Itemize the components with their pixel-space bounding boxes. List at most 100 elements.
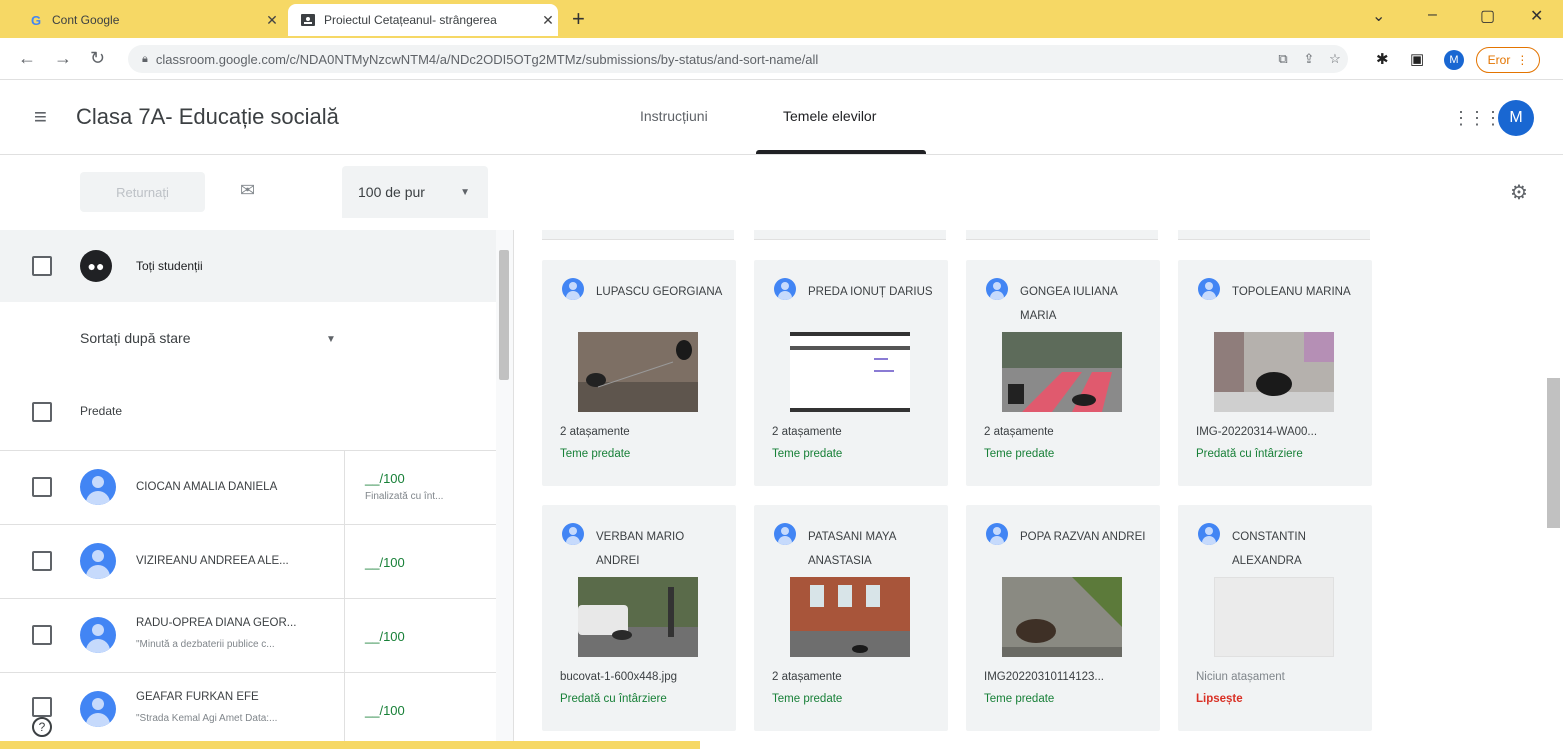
- grade-value[interactable]: __/100: [365, 471, 405, 486]
- tab-google-account[interactable]: G Cont Google ✕: [20, 4, 282, 36]
- submission-card[interactable]: POPA RAZVAN ANDREI IMG20220310114123... …: [966, 505, 1160, 731]
- all-students-row[interactable]: ●● Toți studenții: [0, 230, 496, 302]
- avatar: [562, 523, 584, 545]
- sort-dropdown[interactable]: Sortați după stare: [80, 330, 191, 346]
- tab-instructions[interactable]: Instrucțiuni: [640, 108, 708, 124]
- attachment-thumbnail[interactable]: [578, 332, 698, 412]
- submission-card[interactable]: PATASANI MAYA ANASTASIA 2 atașamente Tem…: [754, 505, 948, 731]
- student-name: TOPOLEANU MARINA: [1232, 286, 1351, 298]
- browser-profile-avatar[interactable]: M: [1444, 50, 1464, 70]
- avatar: [80, 617, 116, 653]
- student-name: CONSTANTIN ALEXANDRA: [1232, 531, 1306, 567]
- apps-grid-icon[interactable]: ⋮⋮⋮: [1452, 108, 1502, 129]
- student-row[interactable]: GEAFAR FURKAN EFE "Strada Kemal Agi Amet…: [0, 672, 496, 747]
- student-comment: "Minută a dezbaterii publice c...: [136, 639, 275, 650]
- student-name: VERBAN MARIO ANDREI: [596, 531, 685, 567]
- grade-cell[interactable]: __/100: [344, 525, 496, 599]
- url-text[interactable]: classroom.google.com/c/NDA0NTMyNzcwNTM4/…: [156, 52, 1270, 67]
- bookmark-star-icon[interactable]: ☆: [1322, 51, 1348, 67]
- scrollbar-thumb[interactable]: [1547, 378, 1560, 528]
- menu-icon[interactable]: ≡: [34, 104, 47, 130]
- close-window-icon[interactable]: ✕: [1530, 6, 1543, 26]
- points-dropdown[interactable]: 100 de pur ▼: [342, 166, 488, 218]
- student-comment: "Strada Kemal Agi Amet Data:...: [136, 713, 278, 724]
- reload-icon[interactable]: ↻: [90, 48, 105, 69]
- submissions-grid: LUPASCU GEORGIANA 2 atașamente Teme pred…: [514, 230, 1563, 749]
- scrollbar[interactable]: [496, 230, 513, 749]
- tab-search-icon[interactable]: ⌄: [1372, 6, 1385, 26]
- attachment-thumbnail[interactable]: [790, 332, 910, 412]
- attachment-label: IMG20220310114123...: [984, 671, 1104, 683]
- attachment-thumbnail[interactable]: [1214, 332, 1334, 412]
- student-list-pane: ●● Toți studenții Sortați după stare ▼ P…: [0, 230, 514, 749]
- classroom-header: ≡ Clasa 7A- Educație socială Instrucțiun…: [0, 80, 1563, 155]
- account-avatar[interactable]: M: [1498, 100, 1534, 136]
- submission-card[interactable]: TOPOLEANU MARINA IMG-20220314-WA00... Pr…: [1178, 260, 1372, 486]
- student-checkbox[interactable]: [32, 477, 52, 497]
- forward-icon[interactable]: →: [54, 48, 72, 69]
- side-panel-icon[interactable]: ▣: [1410, 50, 1424, 68]
- group-label: Predate: [80, 404, 123, 418]
- group-checkbox[interactable]: [32, 402, 52, 422]
- submission-card[interactable]: VERBAN MARIO ANDREI bucovat-1-600x448.jp…: [542, 505, 736, 731]
- avatar: [774, 278, 796, 300]
- submission-status: Teme predate: [560, 448, 631, 460]
- submission-status: Teme predate: [984, 693, 1055, 705]
- google-icon: G: [30, 12, 42, 28]
- student-name: GONGEA IULIANA MARIA: [1020, 286, 1118, 322]
- submission-card[interactable]: CONSTANTIN ALEXANDRA Niciun atașament Li…: [1178, 505, 1372, 731]
- grade-cell[interactable]: __/100: [344, 599, 496, 673]
- student-name: RADU-OPREA DIANA GEOR...: [136, 617, 297, 629]
- back-icon[interactable]: ←: [18, 48, 36, 69]
- points-value: 100 de pur: [358, 184, 425, 200]
- tab-student-work[interactable]: Temele elevilor: [783, 108, 876, 124]
- close-icon[interactable]: ✕: [262, 12, 282, 29]
- scrollbar[interactable]: [1545, 230, 1563, 749]
- return-button[interactable]: Returnați: [80, 172, 205, 212]
- attachment-thumbnail[interactable]: [790, 577, 910, 657]
- student-checkbox[interactable]: [32, 697, 52, 717]
- class-title[interactable]: Clasa 7A- Educație socială: [76, 104, 339, 130]
- all-students-checkbox[interactable]: [32, 256, 52, 276]
- new-tab-icon[interactable]: +: [572, 6, 585, 32]
- share-icon[interactable]: ⇪: [1296, 51, 1322, 67]
- dropdown-caret-icon: ▼: [460, 186, 470, 198]
- email-icon[interactable]: ✉: [240, 180, 255, 201]
- gear-icon[interactable]: ⚙: [1510, 180, 1528, 205]
- attachment-thumbnail[interactable]: [1002, 577, 1122, 657]
- tab-classroom[interactable]: Proiectul Cetațeanul- strângerea ✕: [288, 4, 558, 36]
- student-row[interactable]: VIZIREANU ANDREEA ALE... __/100: [0, 524, 496, 599]
- url-bar[interactable]: 🔒︎ classroom.google.com/c/NDA0NTMyNzcwNT…: [128, 45, 1348, 73]
- grade-value[interactable]: __/100: [365, 703, 405, 718]
- all-students-label: Toți studenții: [136, 259, 203, 273]
- grade-cell[interactable]: __/100 Finalizată cu înt...: [344, 451, 496, 525]
- grade-value[interactable]: __/100: [365, 629, 405, 644]
- tab-title: Proiectul Cetațeanul- strângerea: [324, 13, 497, 27]
- submission-card[interactable]: PREDA IONUȚ DARIUS 2 atașamente Teme pre…: [754, 260, 948, 486]
- avatar: [80, 469, 116, 505]
- student-row[interactable]: CIOCAN AMALIA DANIELA __/100 Finalizată …: [0, 450, 496, 525]
- submission-status: Predată cu întârziere: [560, 693, 667, 705]
- avatar: [1198, 523, 1220, 545]
- student-checkbox[interactable]: [32, 625, 52, 645]
- dropdown-caret-icon[interactable]: ▼: [326, 334, 336, 345]
- translate-icon[interactable]: ⧉: [1270, 51, 1296, 67]
- extensions-icon[interactable]: ✱: [1376, 50, 1389, 68]
- error-button[interactable]: Eror ⋮: [1476, 47, 1540, 73]
- submission-card[interactable]: LUPASCU GEORGIANA 2 atașamente Teme pred…: [542, 260, 736, 486]
- student-checkbox[interactable]: [32, 551, 52, 571]
- attachment-thumbnail[interactable]: [578, 577, 698, 657]
- student-row[interactable]: RADU-OPREA DIANA GEOR... "Minută a dezba…: [0, 598, 496, 673]
- maximize-icon[interactable]: ▢: [1480, 6, 1495, 26]
- address-bar-row: ← → ↻ 🔒︎ classroom.google.com/c/NDA0NTMy…: [0, 38, 1563, 80]
- close-icon[interactable]: ✕: [538, 12, 558, 29]
- grade-value[interactable]: __/100: [365, 555, 405, 570]
- student-name: VIZIREANU ANDREEA ALE...: [136, 555, 289, 567]
- minimize-icon[interactable]: –: [1428, 6, 1437, 24]
- scrollbar-thumb[interactable]: [499, 250, 509, 380]
- attachment-thumbnail[interactable]: [1002, 332, 1122, 412]
- help-icon[interactable]: ?: [32, 717, 52, 737]
- submission-card[interactable]: GONGEA IULIANA MARIA 2 atașamente Teme p…: [966, 260, 1160, 486]
- grade-cell[interactable]: __/100: [344, 673, 496, 747]
- lock-icon[interactable]: 🔒︎: [142, 53, 148, 66]
